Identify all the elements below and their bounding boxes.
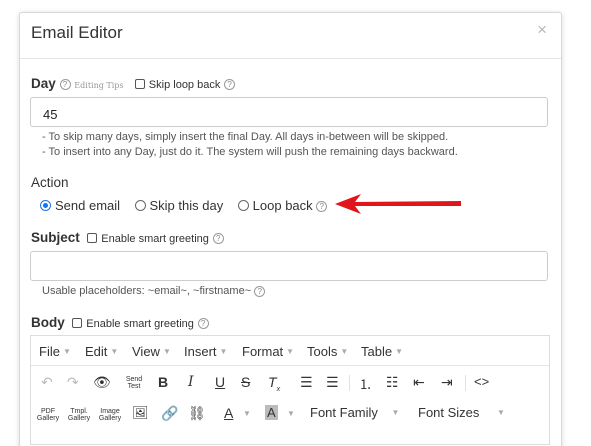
numbered-list-icon[interactable]: ⒈ [359, 374, 372, 393]
source-code-icon[interactable]: <> [474, 374, 489, 389]
radio-skip-this-day[interactable]: Skip this day [134, 198, 223, 213]
subject-label-row: Subject Enable smart greeting ? [31, 230, 224, 245]
subject-smart-greeting-label: Enable smart greeting [101, 233, 209, 245]
radio-send-email[interactable]: Send email [40, 198, 120, 213]
day-hint-1: - To skip many days, simply insert the f… [42, 131, 449, 143]
help-icon[interactable]: ? [316, 201, 328, 213]
menu-view[interactable]: View ▼ [132, 344, 171, 359]
menu-edit[interactable]: Edit ▼ [85, 344, 118, 359]
background-color-icon[interactable]: A [265, 405, 278, 420]
image-icon[interactable]: 🖼 [132, 405, 149, 421]
send-test-button[interactable]: Send Test [123, 376, 145, 390]
subject-smart-greeting-checkbox[interactable] [87, 233, 98, 244]
unlink-icon[interactable]: ⛓ [188, 405, 206, 422]
action-radio-group: Send email Skip this day Loop back ? [40, 198, 328, 213]
align-center-icon[interactable]: ☰ [326, 374, 339, 391]
undo-icon[interactable]: ↶ [41, 374, 53, 391]
editing-tips-link[interactable]: Editing Tips [74, 81, 123, 90]
help-icon[interactable]: ? [197, 317, 209, 329]
menu-file[interactable]: File ▼ [39, 344, 71, 359]
bold-icon[interactable]: B [158, 374, 168, 390]
template-gallery-button[interactable]: Tmpl. Gallery [65, 408, 93, 422]
body-smart-greeting-checkbox[interactable] [72, 318, 83, 329]
font-sizes-select[interactable]: Font Sizes ▼ [418, 405, 505, 420]
pdf-gallery-button[interactable]: PDF Gallery [34, 408, 62, 422]
menu-insert[interactable]: Insert ▼ [184, 344, 227, 359]
day-input-value: 45 [43, 107, 58, 122]
font-family-select[interactable]: Font Family ▼ [310, 405, 399, 420]
chevron-down-icon[interactable]: ▼ [287, 409, 295, 418]
indent-icon[interactable]: ⇥ [441, 374, 453, 391]
help-icon[interactable]: ? [224, 78, 236, 90]
subject-placeholders-hint: Usable placeholders: ~email~, ~firstname… [42, 285, 266, 297]
italic-icon[interactable]: I [188, 374, 194, 390]
toolbar-separator [349, 375, 350, 391]
subject-input[interactable] [30, 251, 548, 281]
skip-loop-back-checkbox[interactable] [134, 79, 145, 90]
preview-eye-icon[interactable]: 👁 [93, 374, 111, 391]
body-smart-greeting-label: Enable smart greeting [86, 318, 194, 330]
subject-label: Subject [31, 230, 80, 245]
red-arrow-annotation [335, 194, 461, 214]
body-label-row: Body Enable smart greeting ? [31, 315, 209, 330]
chevron-down-icon[interactable]: ▼ [243, 409, 251, 418]
radio-icon [134, 200, 146, 211]
body-label: Body [31, 315, 65, 330]
body-editor: File ▼ Edit ▼ View ▼ Insert ▼ Format ▼ Tools ▼… [30, 335, 550, 445]
bullet-list-icon[interactable]: ☷ [386, 374, 399, 391]
action-label: Action [31, 175, 69, 190]
menu-table[interactable]: Table ▼ [361, 344, 403, 359]
menu-tools[interactable]: Tools ▼ [307, 344, 348, 359]
text-color-icon[interactable]: A [224, 405, 233, 421]
day-input[interactable]: 45 [30, 97, 548, 127]
help-icon[interactable]: ? [212, 232, 224, 244]
editor-menubar: File ▼ Edit ▼ View ▼ Insert ▼ Format ▼ Tools ▼… [31, 336, 549, 366]
outdent-icon[interactable]: ⇤ [413, 374, 425, 391]
strikethrough-icon[interactable]: S [241, 374, 250, 390]
help-icon[interactable]: ? [59, 78, 71, 90]
redo-icon[interactable]: ↷ [67, 374, 79, 391]
radio-selected-icon [40, 200, 51, 211]
link-icon[interactable]: 🔗 [161, 405, 178, 422]
email-editor-dialog: Email Editor × Day ? Editing Tips Skip l… [19, 12, 562, 446]
help-icon[interactable]: ? [254, 285, 266, 297]
day-hint-2: - To insert into any Day, just do it. Th… [42, 146, 458, 158]
close-icon[interactable]: × [537, 20, 547, 40]
toolbar-separator [465, 375, 466, 391]
radio-loop-back[interactable]: Loop back [237, 198, 313, 213]
dialog-title: Email Editor [31, 23, 123, 42]
dialog-header: Email Editor × [20, 13, 561, 59]
arrow-icon [335, 194, 461, 214]
menu-format[interactable]: Format ▼ [242, 344, 294, 359]
radio-icon [237, 200, 249, 211]
day-label-row: Day ? Editing Tips Skip loop back ? [31, 76, 236, 91]
day-label: Day [31, 76, 56, 91]
align-left-icon[interactable]: ☰ [300, 374, 313, 391]
underline-icon[interactable]: U [215, 374, 225, 390]
clear-format-icon[interactable]: Tx [268, 374, 280, 393]
image-gallery-button[interactable]: Image Gallery [95, 408, 125, 422]
skip-loop-back-label: Skip loop back [148, 79, 221, 91]
